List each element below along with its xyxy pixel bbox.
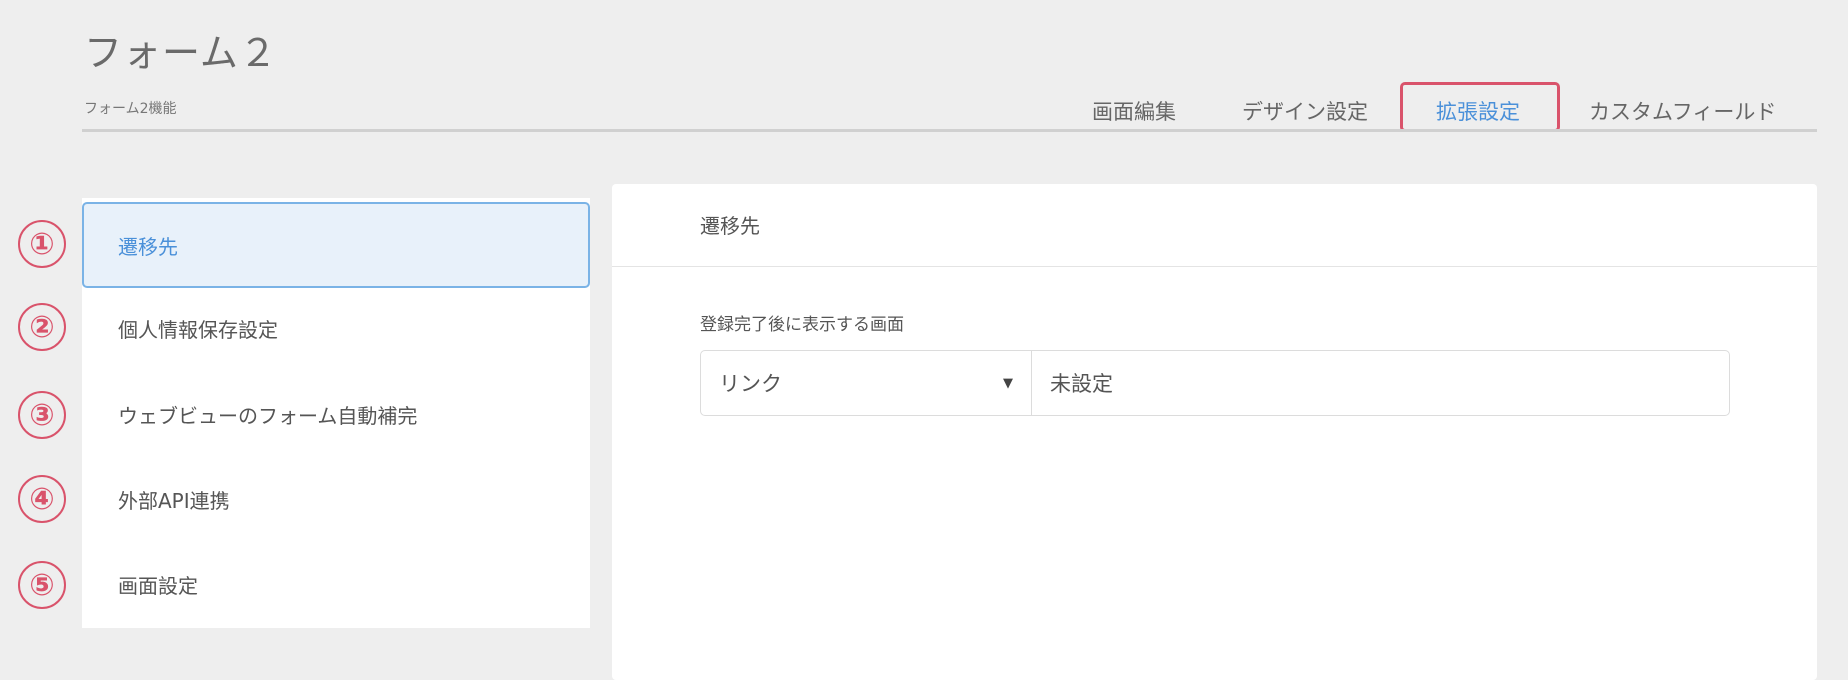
destination-input-group: リンク ▼ 未設定 [700,350,1730,416]
header-divider [82,129,1817,132]
annotation-badge-1: ① [18,220,66,268]
select-value: リンク [719,372,782,396]
sidebar-item-label: 個人情報保存設定 [118,317,278,342]
page-title: フォーム２ [84,31,278,75]
sidebar-item-screen-settings[interactable]: 画面設定 [82,541,590,627]
caret-down-icon: ▼ [1003,375,1013,391]
page-subtitle: フォーム2機能 [84,101,177,117]
annotation-badge-2: ② [18,303,66,351]
sidebar-item-label: 遷移先 [118,234,178,259]
link-value-field[interactable]: 未設定 [1032,351,1729,415]
annotation-badge-5: ⑤ [18,561,66,609]
sidebar-item-label: 外部API連携 [118,488,230,513]
sidebar-item-destination[interactable]: 遷移先 [82,202,590,288]
sidebar-item-label: ウェブビューのフォーム自動補完 [118,403,418,428]
tab-custom-fields[interactable]: カスタムフィールド [1589,96,1776,126]
destination-type-select[interactable]: リンク ▼ [701,351,1032,415]
link-value-text: 未設定 [1050,372,1113,396]
sidebar-item-label: 画面設定 [118,573,198,598]
panel-header: 遷移先 [612,184,1817,267]
tab-screen-edit[interactable]: 画面編集 [1092,96,1176,126]
field-label: 登録完了後に表示する画面 [700,315,904,335]
annotation-badge-3: ③ [18,391,66,439]
panel-title: 遷移先 [700,214,760,238]
sidebar-item-personal-info[interactable]: 個人情報保存設定 [82,285,590,371]
tab-design-settings[interactable]: デザイン設定 [1242,96,1368,126]
sidebar-item-webview-autofill[interactable]: ウェブビューのフォーム自動補完 [82,371,590,457]
sidebar-item-external-api[interactable]: 外部API連携 [82,456,590,542]
settings-panel: 遷移先 登録完了後に表示する画面 リンク ▼ 未設定 [612,184,1817,680]
tab-highlight-box [1400,82,1560,132]
settings-sidebar: 遷移先 個人情報保存設定 ウェブビューのフォーム自動補完 外部API連携 画面設… [82,198,590,628]
annotation-badge-4: ④ [18,475,66,523]
